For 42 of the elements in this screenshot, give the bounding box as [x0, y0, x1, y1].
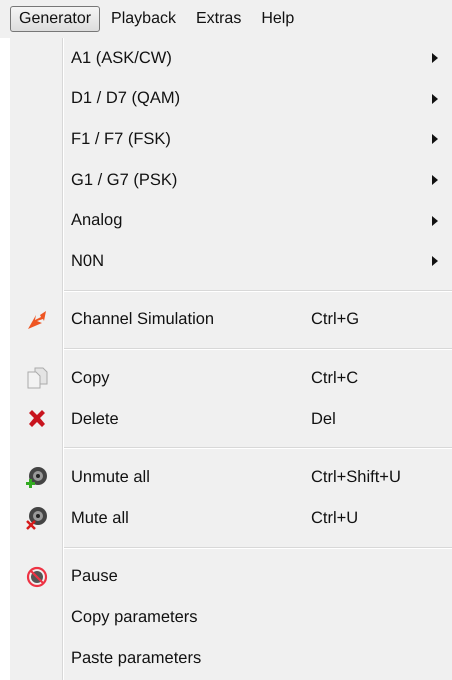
shortcut-label: Ctrl+C	[311, 368, 358, 388]
menu-item-label: A1 (ASK/CW)	[71, 48, 173, 68]
shortcut-label: Ctrl+Shift+U	[311, 468, 401, 488]
shortcut-label: Del	[311, 410, 336, 429]
menu-item[interactable]: Copy parameters	[10, 597, 452, 638]
menu-item[interactable]: Unmute all Ctrl+Shift+U	[10, 457, 452, 498]
menu-item-label: Unmute all	[71, 468, 151, 488]
disc-plus-icon	[24, 466, 48, 490]
menu-item[interactable]: Copy Ctrl+C	[10, 358, 452, 399]
menu-item[interactable]: N0N	[10, 240, 452, 282]
menu-item-label: Delete	[71, 410, 120, 429]
disc-x-icon	[24, 506, 48, 530]
menu-item[interactable]: Channel Simulation Ctrl+G	[10, 300, 452, 340]
menu-item[interactable]: Mute all Ctrl+U	[10, 498, 452, 539]
menu-item[interactable]: F1 / F7 (FSK)	[10, 119, 452, 160]
menu-item-label: Mute all	[71, 508, 130, 528]
menu-item-label: G1 / G7 (PSK)	[71, 170, 178, 190]
menu-item-label: Pause	[71, 567, 119, 586]
menu-item[interactable]: Paste parameters	[10, 638, 452, 678]
menu-item[interactable]: G1 / G7 (PSK)	[10, 160, 452, 200]
menu-item[interactable]: Pause	[10, 556, 452, 598]
menu-item[interactable]: A1 (ASK/CW)	[10, 38, 452, 79]
arrow-icon	[26, 308, 48, 331]
menu-item-label: N0N	[71, 252, 106, 271]
menu-item-label: Channel Simulation	[71, 310, 216, 330]
copy-icon	[26, 367, 48, 390]
prohibited-disc-icon	[26, 566, 48, 588]
menu-item-label: Copy	[71, 368, 111, 388]
shortcut-label: Ctrl+G	[311, 310, 360, 330]
shortcut-label: Ctrl+U	[311, 508, 358, 528]
menu-item-label: D1 / D7 (QAM)	[71, 89, 182, 108]
menu-title[interactable]: Generator	[10, 6, 100, 32]
menu-item[interactable]: D1 / D7 (QAM)	[10, 78, 452, 120]
menu-title[interactable]: Help	[252, 6, 304, 32]
menu-item-label: Paste parameters	[71, 648, 202, 668]
menu-item-label: F1 / F7 (FSK)	[71, 130, 172, 149]
menu-item[interactable]: Delete Del	[10, 398, 452, 440]
menu-item[interactable]: Analog	[10, 200, 452, 241]
menu-item-label: Copy parameters	[71, 608, 199, 627]
menu-title[interactable]: Playback	[102, 6, 185, 32]
menu-title[interactable]: Extras	[186, 6, 250, 32]
menu-item-label: Analog	[71, 211, 124, 230]
